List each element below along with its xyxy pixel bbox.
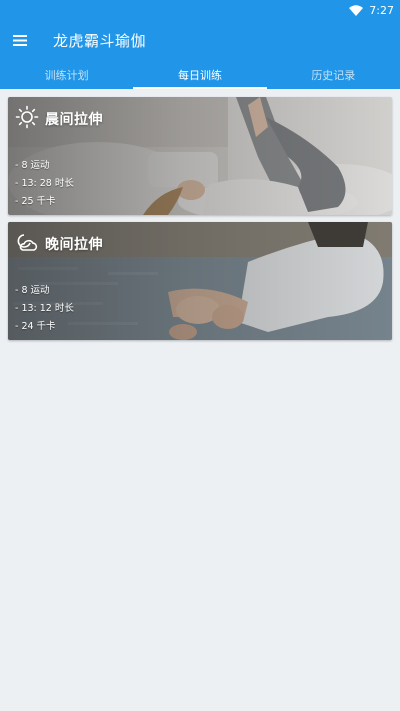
workout-stats: - 8 运动 - 13: 12 时长 - 24 千卡 xyxy=(15,282,74,336)
tab-daily-training[interactable]: 每日训练 xyxy=(133,60,267,89)
wifi-icon xyxy=(349,4,364,16)
status-bar: 7:27 xyxy=(0,0,400,20)
workout-stats: - 8 运动 - 13: 28 时长 - 25 千卡 xyxy=(15,157,74,211)
stat-calories: - 25 千卡 xyxy=(15,196,56,207)
stat-duration: - 13: 12 时长 xyxy=(15,303,74,314)
sun-icon xyxy=(15,105,39,133)
tab-training-plan[interactable]: 训练计划 xyxy=(0,60,133,89)
menu-button[interactable] xyxy=(0,20,40,60)
page-title: 龙虎霸斗瑜伽 xyxy=(53,31,147,50)
stat-exercises: - 8 运动 xyxy=(15,160,50,171)
status-icons: 7:27 xyxy=(349,2,394,18)
stat-exercises: - 8 运动 xyxy=(15,285,50,296)
app-bar: 龙虎霸斗瑜伽 xyxy=(0,20,400,60)
stat-duration: - 13: 28 时长 xyxy=(15,178,74,189)
card-title: 晨间拉伸 xyxy=(45,112,103,128)
card-header: 晚间拉伸 xyxy=(15,230,103,258)
tab-bar: 训练计划 每日训练 历史记录 xyxy=(0,60,400,89)
card-header: 晨间拉伸 xyxy=(15,105,103,133)
moon-cloud-icon xyxy=(15,230,39,258)
tab-history[interactable]: 历史记录 xyxy=(267,60,400,89)
workout-card-morning[interactable]: 晨间拉伸 - 8 运动 - 13: 28 时长 - 25 千卡 xyxy=(8,97,392,215)
workout-card-evening[interactable]: 晚间拉伸 - 8 运动 - 13: 12 时长 - 24 千卡 xyxy=(8,222,392,340)
card-title: 晚间拉伸 xyxy=(45,237,103,253)
menu-icon xyxy=(13,31,27,50)
status-time: 7:27 xyxy=(369,3,394,17)
stat-calories: - 24 千卡 xyxy=(15,321,56,332)
